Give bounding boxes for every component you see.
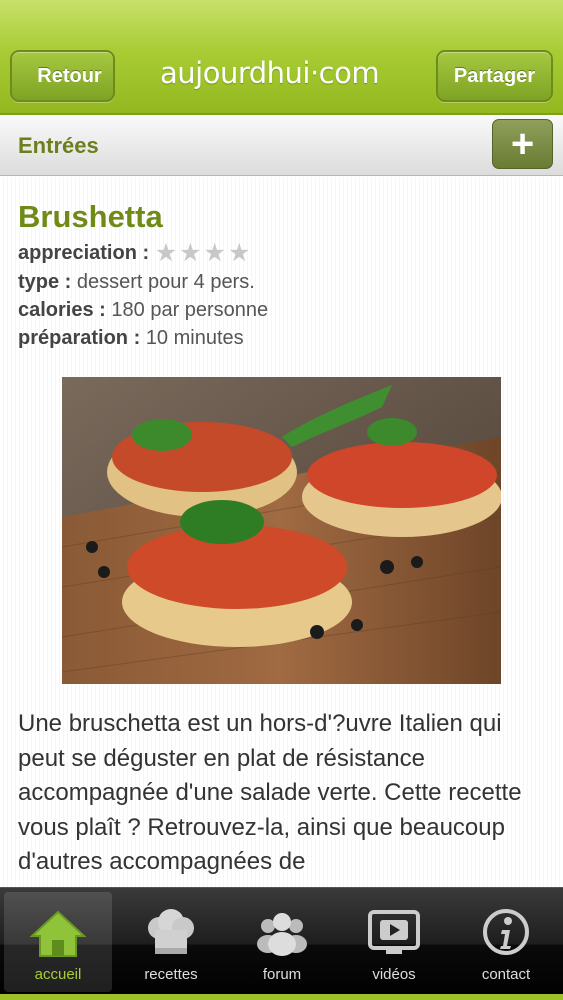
chef-hat-icon xyxy=(148,909,194,954)
home-icon xyxy=(30,910,86,957)
share-button-label: Partager xyxy=(453,64,536,87)
preparation-value: 10 minutes xyxy=(145,327,244,349)
tab-label: contact xyxy=(481,966,531,983)
video-icon xyxy=(368,910,420,954)
calories-value: 180 par personne xyxy=(111,299,269,321)
star-icon[interactable]: ★ xyxy=(179,241,201,266)
recipe-photo xyxy=(62,377,501,684)
logo-text: aujourdhui·com xyxy=(160,56,380,90)
tab-label: recettes xyxy=(144,966,198,983)
rating-row: appreciation : ★ ★ ★ ★ xyxy=(18,241,250,266)
tab-forum[interactable]: forum xyxy=(228,892,336,992)
preparation-label: préparation : xyxy=(18,327,141,349)
app-logo: aujourdhui·com xyxy=(160,56,395,96)
back-button[interactable]: Retour xyxy=(10,50,115,102)
people-icon xyxy=(257,913,307,956)
recipe-title: Brushetta xyxy=(18,199,163,234)
category-title: Entrées xyxy=(18,133,99,158)
calories-row: calories : 180 par personne xyxy=(18,299,268,322)
tab-bar-accent xyxy=(0,994,563,1000)
info-icon xyxy=(483,909,529,955)
add-button[interactable]: + xyxy=(492,119,553,169)
back-button-label: Retour xyxy=(37,64,102,87)
top-nav-bar: Retour aujourdhui·com Partager xyxy=(0,0,563,115)
category-bar: Entrées + xyxy=(0,115,563,176)
type-row: type : dessert pour 4 pers. xyxy=(18,271,255,294)
share-button[interactable]: Partager xyxy=(436,50,553,102)
tab-videos[interactable]: vidéos xyxy=(340,892,448,992)
tab-label: forum xyxy=(262,966,302,983)
tab-bar: accueil recettes forum vidéos contact xyxy=(0,887,563,1000)
tab-label: accueil xyxy=(34,966,82,983)
calories-label: calories : xyxy=(18,299,106,321)
recipe-description: Une bruschetta est un hors-d'?uvre Itali… xyxy=(18,710,522,875)
tab-contact[interactable]: contact xyxy=(452,892,560,992)
tab-recettes[interactable]: recettes xyxy=(117,892,225,992)
preparation-row: préparation : 10 minutes xyxy=(18,327,244,350)
star-icon[interactable]: ★ xyxy=(228,241,250,266)
star-icon[interactable]: ★ xyxy=(155,241,177,266)
plus-icon: + xyxy=(510,122,535,166)
type-label: type : xyxy=(18,271,72,293)
recipe-content[interactable]: Brushetta appreciation : ★ ★ ★ ★ type : … xyxy=(0,177,563,887)
star-icon[interactable]: ★ xyxy=(204,241,226,266)
rating-label: appreciation : xyxy=(18,242,150,264)
tab-label: vidéos xyxy=(372,966,416,983)
rating-stars[interactable]: ★ ★ ★ ★ xyxy=(155,241,251,266)
type-value: dessert pour 4 pers. xyxy=(76,271,255,293)
tab-accueil[interactable]: accueil xyxy=(4,892,112,992)
